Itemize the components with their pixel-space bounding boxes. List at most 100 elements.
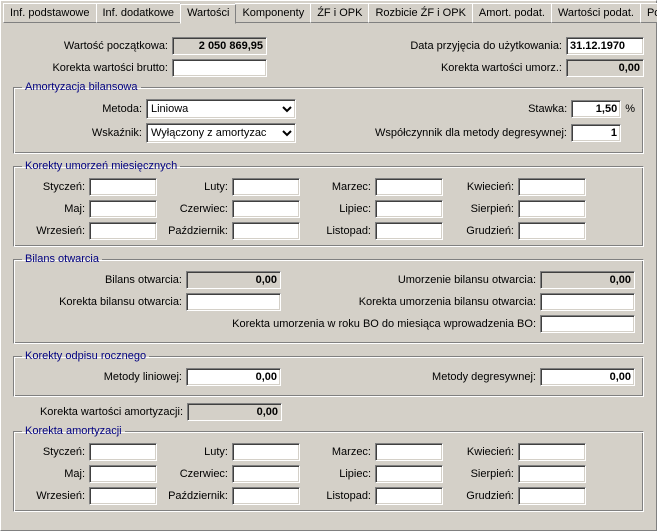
lbl2-apr: Kwiecień: [451,446,514,458]
method-label: Metoda: [22,103,142,115]
odpis-deg-input[interactable] [540,368,635,386]
korum-oct-input[interactable] [232,222,300,240]
korum-aug-input[interactable] [518,200,586,218]
lbl-jun: Czerwiec: [165,203,228,215]
kumbo-label: Korekta umorzenia bilansu otwarcia: [359,296,536,308]
tab-amort-podat[interactable]: Amort. podat. [472,3,552,23]
lbl2-aug: Sierpień: [451,468,514,480]
koram-jul-input[interactable] [375,465,443,483]
lbl2-oct: Październik: [165,490,228,502]
korum-dec-input[interactable] [518,222,586,240]
tab-inf-dodatkowe[interactable]: Inf. dodatkowe [96,3,182,23]
koram-jun-input[interactable] [232,465,300,483]
lbl-jan: Styczeń: [22,181,85,193]
lbl2-dec: Grudzień: [451,490,514,502]
rate-label: Stawka: [528,103,567,115]
group-korekta-amortyzacji-legend: Korekta amortyzacji [22,425,125,437]
kumbo-input[interactable] [540,293,635,311]
kbo-label: Korekta bilansu otwarcia: [22,296,182,308]
tab-content: Wartość początkowa: 2 050 869,95 Data pr… [3,29,654,522]
tab-potencjaly[interactable]: Potencjały [640,3,657,23]
koram-mar-input[interactable] [375,443,443,461]
koram-may-input[interactable] [89,465,157,483]
bo-label: Bilans otwarcia: [22,274,182,286]
method-select[interactable]: Liniowa [146,99,296,119]
koram-jan-input[interactable] [89,443,157,461]
degressive-factor-input[interactable] [571,124,621,142]
kwa-field: 0,00 [187,403,282,421]
lbl2-nov: Listopad: [308,490,371,502]
koram-apr-input[interactable] [518,443,586,461]
kbo-input[interactable] [186,293,281,311]
umbo-field: 0,00 [540,271,635,289]
lbl-aug: Sierpień: [451,203,514,215]
indicator-select[interactable]: Wyłączony z amortyzac [146,123,296,143]
rate-suffix: % [625,103,635,115]
tab-wartosci-podat[interactable]: Wartości podat. [551,3,641,23]
bo-long-input[interactable] [540,315,635,333]
korum-nov-input[interactable] [375,222,443,240]
group-korekty-umorzen-legend: Korekty umorzeń miesięcznych [22,160,180,172]
korum-may-input[interactable] [89,200,157,218]
degressive-factor-label: Współczynnik dla metody degresywnej: [375,127,567,139]
korum-jan-input[interactable] [89,178,157,196]
tab-inf-podstawowe[interactable]: Inf. podstawowe [3,3,97,23]
initial-value-label: Wartość początkowa: [13,40,168,52]
lbl2-jan: Styczeń: [22,446,85,458]
tab-rozbicie-zf-i-opk[interactable]: Rozbicie ŹF i OPK [368,3,472,23]
lbl-mar: Marzec: [308,181,371,193]
korum-apr-input[interactable] [518,178,586,196]
group-korekty-umorzen: Korekty umorzeń miesięcznych Styczeń: Lu… [13,160,644,247]
lbl-jul: Lipiec: [308,203,371,215]
tab-komponenty[interactable]: Komponenty [235,3,311,23]
lbl-may: Maj: [22,203,85,215]
depr-correction-field: 0,00 [566,59,644,77]
lbl-apr: Kwiecień: [451,181,514,193]
korum-feb-input[interactable] [232,178,300,196]
koram-sep-input[interactable] [89,487,157,505]
odpis-lin-input[interactable] [186,368,281,386]
depr-correction-label: Korekta wartości umorz.: [441,62,562,74]
date-label: Data przyjęcia do użytkowania: [410,40,562,52]
lbl-nov: Listopad: [308,225,371,237]
koram-nov-input[interactable] [375,487,443,505]
korum-jun-input[interactable] [232,200,300,218]
group-bilans-otwarcia: Bilans otwarcia Bilans otwarcia: 0,00 Um… [13,253,644,344]
kwa-label: Korekta wartości amortyzacji: [13,406,183,418]
lbl2-jul: Lipiec: [308,468,371,480]
lbl2-may: Maj: [22,468,85,480]
korum-jul-input[interactable] [375,200,443,218]
korum-sep-input[interactable] [89,222,157,240]
lbl-dec: Grudzień: [451,225,514,237]
group-bilans-legend: Bilans otwarcia [22,253,102,265]
gross-correction-label: Korekta wartości brutto: [13,62,168,74]
odpis-deg-label: Metody degresywnej: [432,371,536,383]
group-korekty-odpisu: Korekty odpisu rocznego Metody liniowej:… [13,350,644,397]
lbl-sep: Wrzesień: [22,225,85,237]
koram-feb-input[interactable] [232,443,300,461]
korum-mar-input[interactable] [375,178,443,196]
lbl2-mar: Marzec: [308,446,371,458]
bo-field: 0,00 [186,271,281,289]
lbl-oct: Październik: [165,225,228,237]
gross-correction-input[interactable] [172,59,267,77]
initial-value-field: 2 050 869,95 [172,37,267,55]
lbl-feb: Luty: [165,181,228,193]
koram-dec-input[interactable] [518,487,586,505]
koram-aug-input[interactable] [518,465,586,483]
tab-wartosci[interactable]: Wartości [180,4,236,24]
acceptance-date-input[interactable] [566,37,644,55]
rate-input[interactable] [571,100,621,118]
bo-long-label: Korekta umorzenia w roku BO do miesiąca … [232,318,536,330]
indicator-label: Wskaźnik: [22,127,142,139]
odpis-lin-label: Metody liniowej: [22,371,182,383]
koram-oct-input[interactable] [232,487,300,505]
lbl2-jun: Czerwiec: [165,468,228,480]
group-korekty-odpisu-legend: Korekty odpisu rocznego [22,350,149,362]
tab-zf-i-opk[interactable]: ŹF i OPK [310,3,369,23]
group-korekta-amortyzacji: Korekta amortyzacji Styczeń: Luty: Marze… [13,425,644,512]
lbl2-sep: Wrzesień: [22,490,85,502]
tab-bar: Inf. podstawowe Inf. dodatkowe Wartości … [3,3,654,23]
lbl2-feb: Luty: [165,446,228,458]
umbo-label: Umorzenie bilansu otwarcia: [398,274,536,286]
